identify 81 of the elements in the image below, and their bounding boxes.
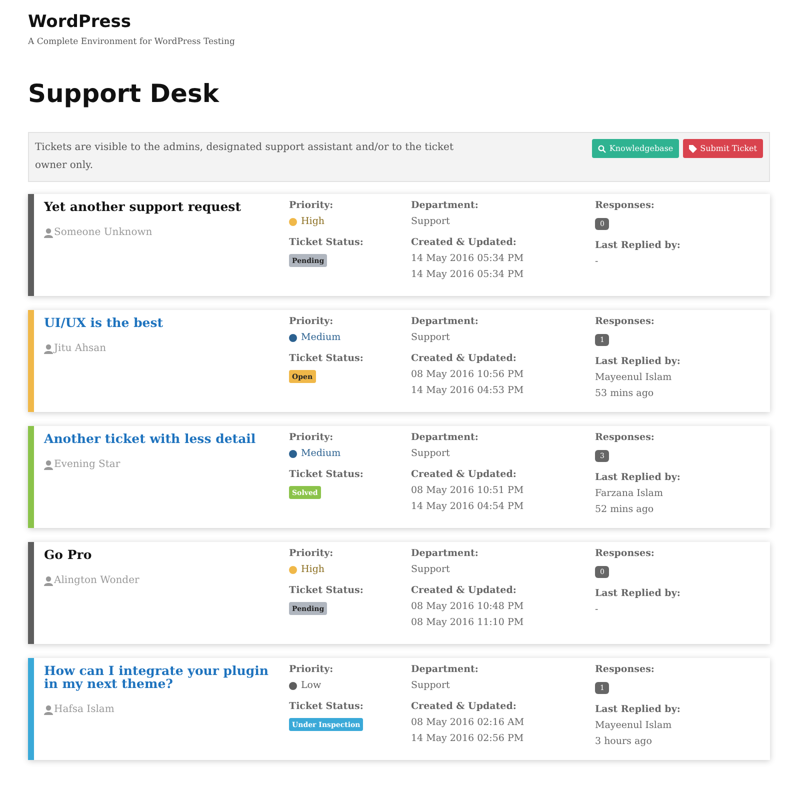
created-date: 08 May 2016 10:51 PM [411, 485, 525, 496]
ticket-author: Someone Unknown [54, 227, 152, 238]
updated-date: 14 May 2016 02:56 PM [411, 733, 525, 744]
tag-icon [689, 144, 698, 152]
field-label: Created & Updated: [411, 701, 518, 712]
ticket-author: Hafsa Islam [54, 704, 114, 715]
priority-value: Medium [301, 448, 341, 459]
ticket-title[interactable]: Go Pro [44, 548, 269, 561]
ticket-title[interactable]: Another ticket with less detail [44, 432, 269, 445]
ticket-author: Jitu Ahsan [54, 343, 106, 354]
priority-value: Low [301, 680, 322, 691]
ticket-title[interactable]: How can I integrate your plugin in my next theme? [44, 664, 269, 690]
field-label: Responses: [595, 432, 656, 443]
updated-date: 14 May 2016 04:53 PM [411, 385, 525, 396]
field-label: Department: [411, 200, 480, 211]
created-date: 08 May 2016 10:48 PM [411, 601, 525, 612]
field-label: Responses: [595, 664, 656, 675]
field-label: Responses: [595, 548, 656, 559]
field-label: Last Replied by: [595, 356, 682, 367]
department-value: Support [411, 332, 451, 343]
last-replied-value: - [595, 604, 600, 615]
field-label: Ticket Status: [289, 353, 364, 364]
ticket-title[interactable]: UI/UX is the best [44, 316, 269, 329]
last-replied-value: Mayeenul Islam [595, 372, 673, 383]
updated-date: 08 May 2016 11:10 PM [411, 617, 525, 628]
site-title[interactable]: WordPress [28, 12, 770, 32]
field-label: Created & Updated: [411, 585, 518, 596]
user-icon [44, 576, 53, 586]
page-title: Support Desk [28, 79, 220, 108]
last-replied-value: 53 mins ago [595, 388, 655, 399]
knowledgebase-button[interactable]: Knowledgebase [592, 139, 680, 158]
field-label: Department: [411, 316, 480, 327]
last-replied-value: Mayeenul Islam [595, 720, 673, 731]
field-label: Created & Updated: [411, 353, 518, 364]
field-label: Ticket Status: [289, 585, 364, 596]
field-label: Responses: [595, 200, 656, 211]
user-icon [44, 704, 53, 714]
ticket-author: Evening Star [54, 459, 120, 470]
field-label: Ticket Status: [289, 701, 364, 712]
priority-value: High [301, 564, 325, 575]
field-label: Last Replied by: [595, 704, 682, 715]
site-tagline: A Complete Environment for WordPress Testing [28, 37, 236, 47]
field-label: Created & Updated: [411, 469, 518, 480]
ticket-author: Alington Wonder [54, 575, 140, 586]
ticket-title[interactable]: Yet another support request [44, 200, 269, 213]
field-label: Department: [411, 548, 480, 559]
priority-value: High [301, 216, 325, 227]
department-value: Support [411, 216, 451, 227]
department-value: Support [411, 680, 451, 691]
last-replied-value: 52 mins ago [595, 504, 655, 515]
last-replied-value: - [595, 256, 600, 267]
field-label: Last Replied by: [595, 472, 682, 483]
field-label: Priority: [289, 316, 334, 327]
last-replied-value: 3 hours ago [595, 736, 653, 747]
user-icon [44, 460, 53, 470]
field-label: Department: [411, 664, 480, 675]
field-label: Last Replied by: [595, 240, 682, 251]
created-date: 08 May 2016 10:56 PM [411, 369, 525, 380]
field-label: Last Replied by: [595, 588, 682, 599]
field-label: Priority: [289, 432, 334, 443]
user-icon [44, 228, 53, 238]
field-label: Responses: [595, 316, 656, 327]
updated-date: 14 May 2016 05:34 PM [411, 269, 525, 280]
field-label: Ticket Status: [289, 237, 364, 248]
notice-text: Tickets are visible to the admins, designated support assistant and/or to the ticket owner only. [35, 141, 454, 173]
field-label: Department: [411, 432, 480, 443]
search-icon [598, 144, 606, 152]
updated-date: 14 May 2016 04:54 PM [411, 501, 525, 512]
field-label: Created & Updated: [411, 237, 518, 248]
last-replied-value: Farzana Islam [595, 488, 664, 499]
created-date: 08 May 2016 02:16 AM [411, 717, 526, 728]
priority-value: Medium [301, 332, 341, 343]
department-value: Support [411, 564, 451, 575]
field-label: Ticket Status: [289, 469, 364, 480]
field-label: Priority: [289, 548, 334, 559]
department-value: Support [411, 448, 451, 459]
submit-button[interactable]: Submit Ticket [683, 139, 763, 158]
created-date: 14 May 2016 05:34 PM [411, 253, 525, 264]
field-label: Priority: [289, 664, 334, 675]
user-icon [44, 344, 53, 354]
field-label: Priority: [289, 200, 334, 211]
